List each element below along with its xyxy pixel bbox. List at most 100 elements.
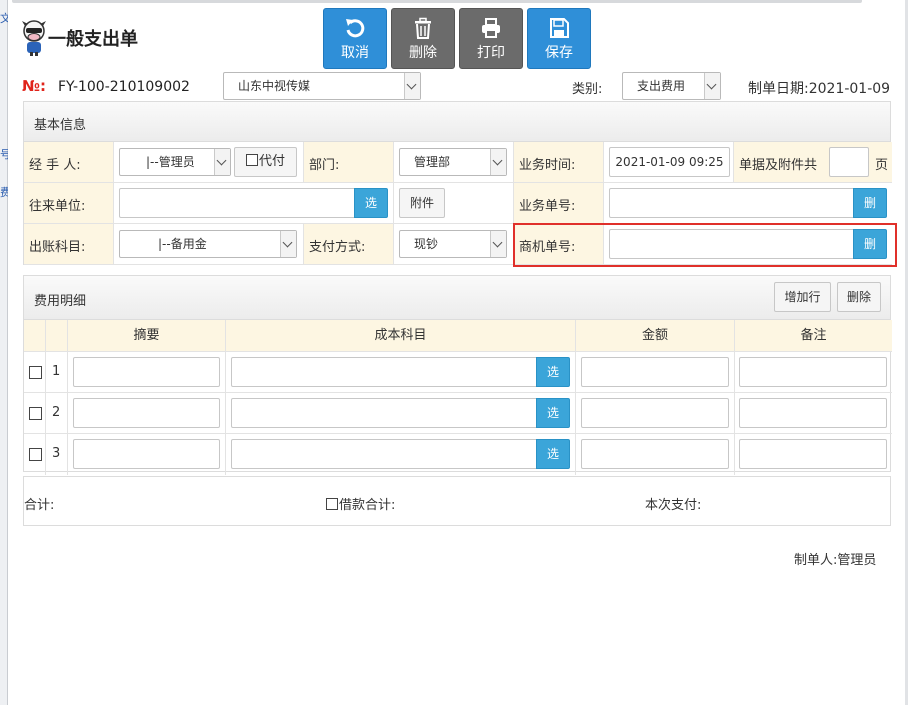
amount-input[interactable] [581,398,729,428]
top-scrollbar[interactable] [12,0,862,3]
dept-select[interactable]: 管理部 [399,148,507,176]
row-checkbox-cell [24,352,46,393]
cancel-button[interactable]: 取消 [323,8,387,69]
summary-input[interactable] [73,357,220,387]
biz-no-label-cell: 业务单号: [514,183,604,224]
partner-select-button[interactable]: 选 [354,188,388,218]
undo-icon [346,19,365,38]
creator-label: 制单人: [794,553,838,568]
cost-detail-table: 摘要 成本科目 金额 备注 1 选 2 选 3 选 [23,320,892,475]
loan-sum-toggle[interactable]: 借款合计: [326,494,395,513]
highlight-box [513,223,897,267]
row-index: 2 [52,405,61,420]
category-select[interactable]: 支出费用 [622,72,721,100]
loan-sum-label: 借款合计: [339,498,396,513]
biz-time-label-cell: 业务时间: [514,142,604,183]
save-label: 保存 [545,45,573,61]
biz-no-delete-button[interactable]: 删 [853,188,887,218]
account-select[interactable]: |--备用金 [119,230,297,258]
cost-item-cell: 选 [226,434,576,475]
summary-input[interactable] [73,398,220,428]
created-date: 2021-01-09 [808,81,891,97]
pay-method-label-cell: 支付方式: [304,224,394,265]
remark-input[interactable] [739,439,887,469]
amount-input[interactable] [581,439,729,469]
proxy-pay-toggle[interactable]: 代付 [234,147,297,177]
remark-input[interactable] [739,398,887,428]
attach-unit-label: 页 [875,158,889,173]
amount-cell [576,434,735,475]
column-header-cost-item: 成本科目 [226,320,576,352]
biz-time-input[interactable]: 2021-01-09 09:25 [609,147,730,177]
cost-item-input[interactable] [231,357,538,387]
remark-cell [735,393,892,434]
pay-method-cell: 现钞 [394,224,514,265]
handler-select-value: |--管理员 [146,155,195,169]
column-header-summary: 摘要 [68,320,226,352]
company-select[interactable]: 山东中视传媒 [223,72,421,100]
remark-input[interactable] [739,357,887,387]
account-label: 出账科目: [29,240,86,255]
proxy-pay-checkbox[interactable] [245,154,258,166]
attach-count-input[interactable] [829,147,869,177]
pay-method-label: 支付方式: [309,240,366,255]
chevron-down-icon [490,231,506,257]
chevron-down-icon [490,149,506,175]
attach-count-label: 单据及附件共 [739,158,818,173]
add-row-button[interactable]: 增加行 [774,282,831,312]
handler-select[interactable]: |--管理员 [119,148,231,176]
this-payment-label: 本次支付: [645,498,702,513]
save-icon [550,18,569,38]
biz-no-label: 业务单号: [519,199,576,214]
amount-cell [576,352,735,393]
row-checkbox-cell [24,434,46,475]
trash-icon [415,17,431,39]
created-date-label: 制单日期:2021-01-09 [748,78,890,98]
company-select-value: 山东中视传媒 [238,79,311,93]
attachment-button[interactable]: 附件 [399,188,445,218]
row-checkbox[interactable] [29,366,42,379]
row-checkbox[interactable] [29,407,42,420]
summary-input[interactable] [73,439,220,469]
partner-cell: 选 [114,183,394,224]
chevron-down-icon [214,149,230,175]
account-label-cell: 出账科目: [24,224,114,265]
cost-item-select-button[interactable]: 选 [536,398,570,428]
save-button[interactable]: 保存 [527,8,591,69]
dept-select-value: 管理部 [414,155,451,169]
cost-item-select-button[interactable]: 选 [536,357,570,387]
cost-item-input[interactable] [231,439,538,469]
cost-item-input[interactable] [231,398,538,428]
pay-method-select[interactable]: 现钞 [399,230,507,258]
biz-time-label: 业务时间: [519,158,576,173]
delete-row-button[interactable]: 删除 [837,282,881,312]
chevron-down-icon [704,73,720,99]
created-date-label-text: 制单日期: [748,81,809,97]
biz-time-cell: 2021-01-09 09:25 [604,142,734,183]
cost-item-cell: 选 [226,393,576,434]
row-index-cell: 2 [46,393,68,434]
chevron-down-icon [404,73,420,99]
biz-no-cell: 删 [604,183,892,224]
loan-sum-checkbox[interactable] [326,498,338,510]
cartoon-cow-logo-icon [22,20,46,56]
basic-info-header: 基本信息 [23,101,891,142]
creator: 制单人:管理员 [794,549,876,568]
print-button[interactable]: 打印 [459,8,523,69]
partner-label-cell: 往来单位: [24,183,114,224]
handler-cell: |--管理员 代付 [114,142,304,183]
category-label: 类别: [572,82,603,97]
amount-input[interactable] [581,357,729,387]
biz-no-input[interactable] [609,188,855,218]
printer-icon [482,18,500,38]
partner-input[interactable] [119,188,355,218]
row-checkbox[interactable] [29,448,42,461]
delete-label: 删除 [409,45,437,61]
delete-button[interactable]: 删除 [391,8,455,69]
attachment-cell: 附件 [394,183,514,224]
edge-fragment: 费 [0,186,8,199]
category-select-value: 支出费用 [637,79,686,93]
summary-cell [68,352,226,393]
cost-item-select-button[interactable]: 选 [536,439,570,469]
cancel-label: 取消 [341,45,369,61]
